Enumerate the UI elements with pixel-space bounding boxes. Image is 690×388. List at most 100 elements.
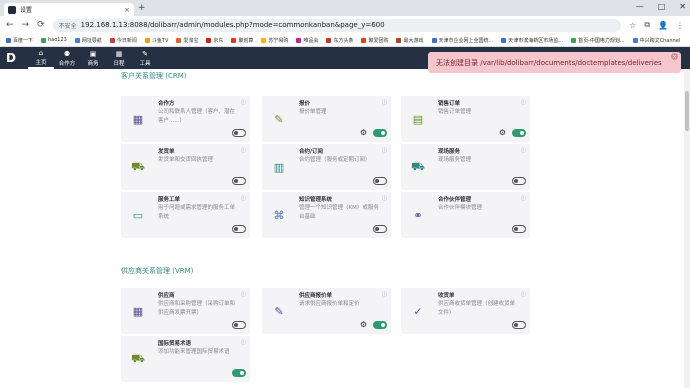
bookmark-item[interactable]: 爱淘宝 xyxy=(176,37,198,44)
browser-tab[interactable]: 设置 × xyxy=(4,3,134,16)
module-toggle[interactable] xyxy=(373,177,387,185)
bookmark-item[interactable]: 网址导航 xyxy=(74,37,102,44)
module-toggle[interactable] xyxy=(232,129,246,137)
module-title: 供应商报价单 xyxy=(299,293,333,299)
module-card: ✓ 收货单 供应商收货单管理（创建收货单文件） ⓘ xyxy=(401,288,530,334)
bookmark-item[interactable]: 东方头条 xyxy=(326,37,353,44)
module-description: 管理一个知识管理（KM）或服务台基础 xyxy=(299,205,379,220)
bookmark-item[interactable]: 聚爱团购 xyxy=(361,37,388,44)
bookmark-favicon-icon xyxy=(231,37,237,43)
bookmark-label: 首页-中国电力规划... xyxy=(578,37,625,44)
module-toggle[interactable] xyxy=(512,129,526,137)
info-icon[interactable]: ⓘ xyxy=(521,99,526,106)
maximize-icon[interactable]: □ xyxy=(658,2,666,11)
info-icon[interactable]: ⓘ xyxy=(241,99,246,106)
module-toggle[interactable] xyxy=(512,321,526,329)
module-title: 销售订单 xyxy=(438,101,461,107)
info-icon[interactable]: ⓘ xyxy=(241,291,246,298)
back-icon[interactable]: ← xyxy=(6,20,14,30)
bookmark-favicon-icon xyxy=(261,37,267,43)
module-title: 合作伙伴管理 xyxy=(438,197,472,203)
menu-label: 工具 xyxy=(139,60,151,67)
home-icon: ⌂ xyxy=(38,48,44,57)
bookmark-label: 百度一下 xyxy=(13,37,34,44)
new-tab-button[interactable]: + xyxy=(138,3,146,13)
menu-item-tools[interactable]: ✎ 工具 xyxy=(132,47,158,69)
bookmark-item[interactable]: 今日新闻 xyxy=(109,37,137,44)
module-card: ✎ 报价 报价单管理 ⓘ ⚙ xyxy=(262,96,391,142)
module-title: 供应商 xyxy=(158,293,175,299)
info-icon[interactable]: ⓘ xyxy=(382,195,387,202)
module-toggle[interactable] xyxy=(512,177,526,185)
menu-item-commerce[interactable]: ▣ 商务 xyxy=(80,47,106,69)
extensions-icon[interactable]: ⧉ xyxy=(644,20,650,30)
bookmark-item[interactable]: 首页-中国电力规划... xyxy=(571,37,625,44)
info-icon[interactable]: ⓘ xyxy=(241,147,246,154)
toast-close-icon[interactable]: × xyxy=(671,53,678,60)
info-icon[interactable]: ⓘ xyxy=(382,99,387,106)
menu-item-home[interactable]: ⌂ 主页 xyxy=(28,47,54,69)
module-toggle[interactable] xyxy=(512,225,526,233)
dolibarr-logo[interactable]: D xyxy=(6,51,20,65)
module-title: 合作方 xyxy=(158,101,175,107)
bookmark-item[interactable]: 聚划算 xyxy=(231,37,253,44)
info-icon[interactable]: ⓘ xyxy=(521,195,526,202)
forward-icon[interactable]: → xyxy=(22,20,30,30)
module-toggle[interactable] xyxy=(232,225,246,233)
info-icon[interactable]: ⓘ xyxy=(241,195,246,202)
address-bar-row: ← → ⟳ 不安全 192.168.1.13:8088/dolibarr/adm… xyxy=(0,16,690,34)
module-toggle[interactable] xyxy=(232,321,246,329)
module-icon: ⛟ xyxy=(411,159,425,173)
module-card: ▦ 供应商 供应商和采购管理（采购订单和供应商发票开票） ⓘ xyxy=(121,288,250,334)
module-description: 合作伙伴模块管理 xyxy=(438,205,483,211)
minimize-icon[interactable]: — xyxy=(636,2,644,11)
info-icon[interactable]: ⓘ xyxy=(382,147,387,154)
profile-icon[interactable]: 👤 xyxy=(658,21,668,30)
bookmark-star-icon[interactable]: ☆ xyxy=(629,21,636,30)
bookmark-label: hao123 xyxy=(48,37,67,43)
not-secure-label[interactable]: 不安全 xyxy=(59,21,77,30)
bookmark-item[interactable]: 唯品会 xyxy=(296,37,318,44)
bookmark-item[interactable]: 最大游戏 xyxy=(396,37,424,44)
bookmark-label: 今日新闻 xyxy=(116,37,137,44)
module-toggle[interactable] xyxy=(232,369,246,377)
info-icon[interactable]: ⓘ xyxy=(382,291,387,298)
bookmark-label: 网址导航 xyxy=(81,37,102,44)
info-icon[interactable]: ⓘ xyxy=(521,147,526,154)
gear-icon[interactable]: ⚙ xyxy=(360,320,367,329)
close-window-icon[interactable]: ✕ xyxy=(679,2,686,11)
bookmark-favicon-icon xyxy=(632,37,638,43)
module-description: 供应商收货单管理（创建收货单文件） xyxy=(438,301,516,316)
module-toggle[interactable] xyxy=(373,225,387,233)
bookmark-item[interactable]: 天津市企业网上全国统... xyxy=(431,37,493,44)
browser-menu-icon[interactable]: ⋮ xyxy=(676,21,684,30)
info-icon[interactable]: ⓘ xyxy=(241,339,246,346)
scrollbar-thumb[interactable] xyxy=(685,91,689,131)
bookmark-item[interactable]: 百度一下 xyxy=(6,37,33,44)
module-icon: ⌘ xyxy=(273,208,285,222)
page-scrollbar[interactable] xyxy=(684,69,690,388)
module-card: ▭ 服务工单 用于问题或需求管理的服务工单系统 ⓘ xyxy=(121,192,250,238)
gear-icon[interactable]: ⚙ xyxy=(360,128,367,137)
bookmark-item[interactable]: hao123 xyxy=(41,37,67,43)
bookmark-item[interactable]: 苏宁易购 xyxy=(261,37,288,44)
reload-icon[interactable]: ⟳ xyxy=(37,20,45,30)
url-input[interactable]: 不安全 192.168.1.13:8088/dolibarr/admin/mod… xyxy=(52,18,622,32)
module-icon: ▤ xyxy=(412,112,424,126)
info-icon[interactable]: ⓘ xyxy=(521,291,526,298)
bookmarks-bar: 百度一下 hao123 网址导航 今日新闻 斗鱼TV 爱淘宝 京东 聚划算 苏宁易购 唯品会 东方头… xyxy=(0,34,690,47)
bookmark-item[interactable]: 京东 xyxy=(206,37,223,44)
menu-item-agenda[interactable]: ▦ 日程 xyxy=(106,47,132,69)
module-title: 收货单 xyxy=(438,293,455,299)
bookmark-item[interactable]: 斗鱼TV xyxy=(144,37,168,44)
bookmark-item[interactable]: 天津市滨海新区市场监... xyxy=(501,37,563,44)
menu-item-third-parties[interactable]: ⚉ 合作方 xyxy=(54,47,80,69)
bookmark-favicon-icon xyxy=(326,37,332,43)
tab-close-icon[interactable]: × xyxy=(124,6,130,14)
gear-icon[interactable]: ⚙ xyxy=(499,128,506,137)
bookmark-item[interactable]: 中兴跨文Channel xyxy=(632,37,680,44)
module-toggle[interactable] xyxy=(373,129,387,137)
url-text[interactable]: 192.168.1.13:8088/dolibarr/admin/modules… xyxy=(81,21,385,29)
module-toggle[interactable] xyxy=(232,177,246,185)
module-toggle[interactable] xyxy=(373,321,387,329)
